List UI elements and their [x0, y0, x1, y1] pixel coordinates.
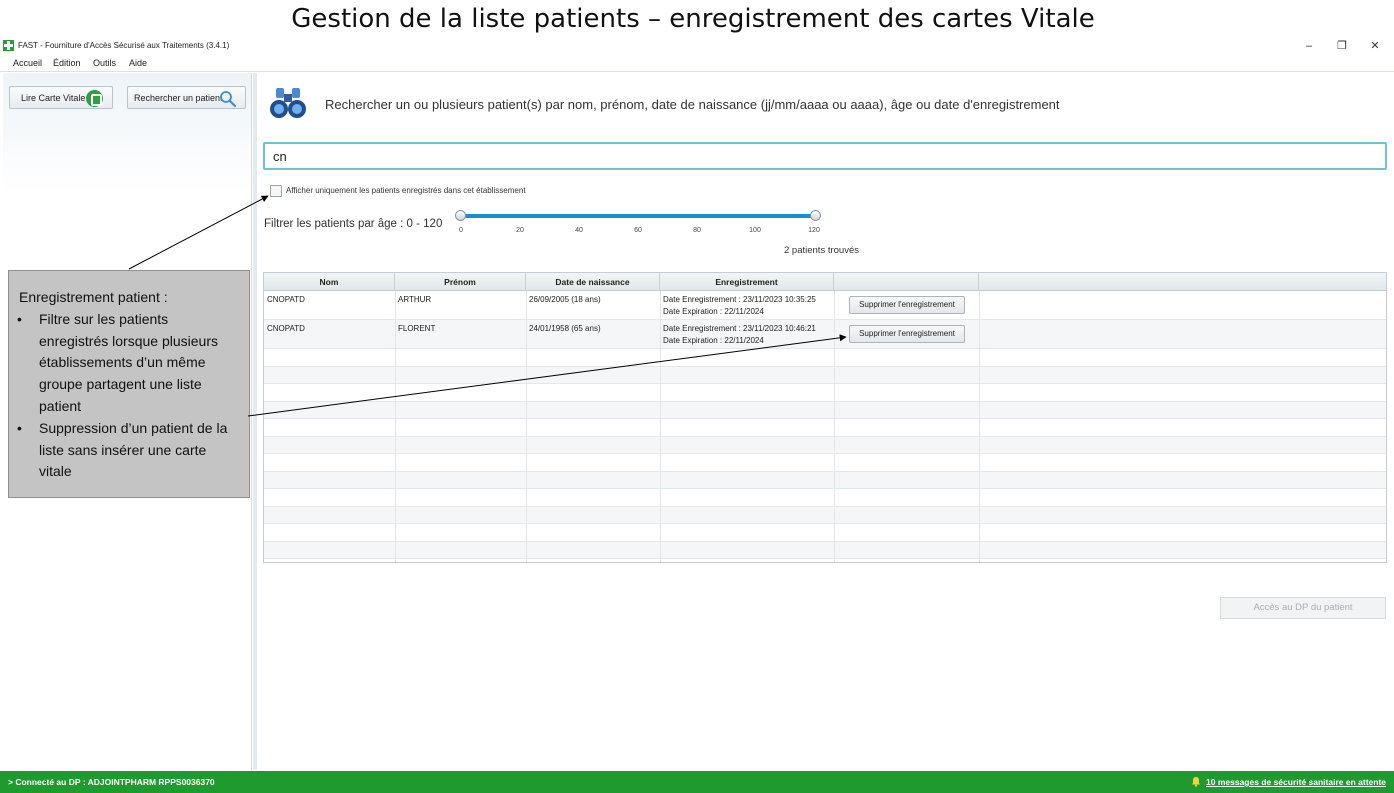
age-tick: 40	[575, 227, 583, 234]
age-tick: 100	[749, 227, 761, 234]
security-messages-link[interactable]: 10 messages de sécurité sanitaire en att…	[1206, 777, 1386, 787]
age-max-thumb[interactable]	[810, 210, 821, 221]
column-divider	[395, 291, 396, 562]
menu-outils[interactable]: Outils	[93, 58, 116, 68]
header-enregistrement[interactable]: Enregistrement	[660, 273, 834, 291]
cell-enregistrement: Date Enregistrement : 23/11/2023 10:35:2…	[663, 295, 816, 304]
table-row-empty	[264, 471, 1386, 489]
status-bar: > Connecté au DP : ADJOINTPHARM RPPS0036…	[0, 771, 1394, 793]
age-tick: 120	[808, 227, 820, 234]
table-row-empty	[264, 384, 1386, 402]
bell-icon	[1192, 777, 1200, 787]
cell-expiration: Date Expiration : 22/11/2024	[663, 336, 764, 345]
patient-search-input[interactable]	[263, 142, 1387, 170]
screen: Gestion de la liste patients – enregistr…	[0, 0, 1394, 793]
cell-naissance: 24/01/1958 (65 ans)	[529, 324, 601, 333]
cell-nom: CNOPATD	[267, 324, 305, 333]
delete-registration-button[interactable]: Supprimer l'enregistrement	[849, 296, 965, 314]
table-row[interactable]: CNOPATD ARTHUR 26/09/2005 (18 ans) Date …	[264, 291, 1386, 320]
cell-nom: CNOPATD	[267, 295, 305, 304]
age-tick: 0	[459, 227, 463, 234]
header-nom[interactable]: Nom	[264, 273, 395, 291]
age-filter-label: Filtrer les patients par âge : 0 - 120	[264, 218, 443, 230]
header-action	[834, 273, 979, 291]
age-range-slider[interactable]	[461, 214, 816, 218]
binoculars-icon	[270, 88, 306, 118]
dp-connection-status: > Connecté au DP : ADJOINTPHARM RPPS0036…	[8, 777, 215, 787]
table-row[interactable]: CNOPATD FLORENT 24/01/1958 (65 ans) Date…	[264, 320, 1386, 349]
table-row-empty	[264, 489, 1386, 507]
cell-enregistrement: Date Enregistrement : 23/11/2023 10:46:2…	[663, 324, 816, 333]
table-row-empty	[264, 419, 1386, 437]
menu-aide[interactable]: Aide	[129, 58, 147, 68]
magnifier-icon	[220, 91, 237, 108]
restore-button[interactable]: ❐	[1327, 37, 1357, 55]
patients-table: Nom Prénom Date de naissance Enregistrem…	[263, 272, 1387, 563]
bullet-dot: •	[17, 311, 22, 327]
dp-access-button[interactable]: Accès au DP du patient	[1220, 597, 1386, 619]
callout-title: Enregistrement patient :	[19, 289, 168, 305]
table-row-empty	[264, 524, 1386, 542]
menu-accueil[interactable]: Accueil	[13, 58, 42, 68]
bullet-dot: •	[17, 420, 22, 436]
minimize-button[interactable]: –	[1294, 37, 1324, 55]
only-registered-label: Afficher uniquement les patients enregis…	[286, 186, 526, 195]
table-header: Nom Prénom Date de naissance Enregistrem…	[264, 273, 1386, 291]
table-row-empty	[264, 541, 1386, 559]
table-row-empty	[264, 436, 1386, 454]
search-hint: Rechercher un ou plusieurs patient(s) pa…	[325, 97, 1060, 112]
search-patient-button[interactable]: Rechercher un patient	[127, 86, 246, 109]
panel-splitter[interactable]	[253, 73, 257, 770]
only-registered-checkbox[interactable]	[270, 185, 282, 197]
table-row-empty	[264, 454, 1386, 472]
window-titlebar: FAST - Fourniture d'Accès Sécurisé aux T…	[0, 37, 1394, 55]
cell-naissance: 26/09/2005 (18 ans)	[529, 295, 601, 304]
results-count: 2 patients trouvés	[784, 245, 859, 256]
search-patient-label: Rechercher un patient	[134, 92, 223, 103]
column-divider	[834, 291, 835, 562]
close-button[interactable]: ✕	[1360, 37, 1390, 55]
age-tick: 60	[634, 227, 642, 234]
read-vitale-card-button[interactable]: Lire Carte Vitale	[9, 86, 113, 109]
cell-prenom: FLORENT	[398, 324, 436, 333]
vitale-card-icon	[86, 90, 103, 107]
column-divider	[660, 291, 661, 562]
green-cross-icon	[3, 40, 14, 51]
callout-bullet: Suppression d’un patient de la liste san…	[39, 420, 228, 480]
table-row-empty	[264, 366, 1386, 384]
table-row-empty	[264, 506, 1386, 524]
column-divider	[526, 291, 527, 562]
callout-bullet: Filtre sur les patients enregistrés lors…	[39, 311, 218, 414]
age-min-thumb[interactable]	[455, 210, 466, 221]
age-tick: 20	[516, 227, 524, 234]
age-tick: 80	[693, 227, 701, 234]
window-title: FAST - Fourniture d'Accès Sécurisé aux T…	[18, 41, 230, 50]
column-divider	[979, 291, 980, 562]
header-naissance[interactable]: Date de naissance	[526, 273, 660, 291]
cell-expiration: Date Expiration : 22/11/2024	[663, 307, 764, 316]
delete-registration-button[interactable]: Supprimer l'enregistrement	[849, 325, 965, 343]
slide-title: Gestion de la liste patients – enregistr…	[291, 4, 1095, 34]
annotation-callout: Enregistrement patient : • Filtre sur le…	[8, 270, 250, 498]
read-vitale-card-label: Lire Carte Vitale	[21, 92, 86, 103]
menu-bar: Accueil Édition Outils Aide	[0, 56, 1394, 72]
table-row-empty	[264, 349, 1386, 367]
cell-prenom: ARTHUR	[398, 295, 432, 304]
header-prenom[interactable]: Prénom	[395, 273, 526, 291]
menu-edition[interactable]: Édition	[53, 58, 81, 68]
table-row-empty	[264, 401, 1386, 419]
